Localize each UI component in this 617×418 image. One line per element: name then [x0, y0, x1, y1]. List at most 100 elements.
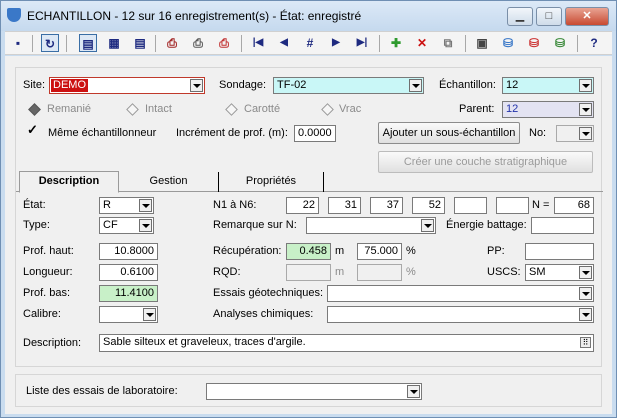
n-input[interactable]: 68 [554, 197, 594, 214]
list-view-icon[interactable]: ▤ [131, 34, 149, 52]
type-remanie-radio[interactable] [28, 103, 41, 116]
pp-label: PP: [487, 245, 505, 257]
rqd-pct-input[interactable] [357, 264, 402, 281]
type-select[interactable]: CF [99, 217, 154, 234]
toolbar-separator [32, 35, 33, 52]
chevron-down-icon[interactable] [409, 79, 422, 92]
previous-record-icon[interactable]: ◀ [275, 34, 293, 52]
database-tools-icon[interactable]: ⛁ [551, 34, 569, 52]
minimize-button[interactable]: ▁ [507, 7, 533, 26]
first-record-icon[interactable]: |◀ [249, 34, 267, 52]
print-delete-icon[interactable]: ⎙ [215, 34, 233, 52]
n-label: N = [532, 199, 550, 211]
calibre-select[interactable] [99, 306, 158, 323]
close-button[interactable]: ✕ [565, 7, 609, 26]
energie-input[interactable] [531, 217, 594, 234]
rqd-pct-unit: % [406, 266, 416, 278]
toolbar: ▪ ↻ ▤ ▦ ▤ ⎙ ⎙ ⎙ |◀ ◀ # ▶ ▶| ✚ ✕ ⧉ ▣ ⛁ ⛁ … [5, 31, 612, 55]
copy-record-icon[interactable]: ⧉ [439, 34, 457, 52]
sondage-select[interactable]: TF-02 [273, 77, 424, 94]
tab-proprietes[interactable]: Propriétés [219, 172, 324, 192]
longueur-input[interactable]: 0.6100 [99, 264, 158, 281]
sample-panel: Site: DEMO Sondage: TF-02 Échantillon: 1… [15, 67, 603, 367]
type-vrac-radio[interactable] [321, 103, 334, 116]
essais-select[interactable] [327, 285, 594, 302]
chevron-down-icon[interactable] [139, 219, 152, 232]
energie-label: Énergie battage: [446, 219, 527, 231]
refresh-icon[interactable]: ↻ [41, 34, 59, 52]
etat-value: R [103, 199, 111, 211]
parent-label: Parent: [459, 103, 495, 115]
chevron-down-icon[interactable] [579, 79, 592, 92]
no-select[interactable] [556, 125, 594, 142]
type-vrac-label: Vrac [339, 103, 362, 115]
echantillon-select[interactable]: 12 [502, 77, 594, 94]
n4-input[interactable]: 52 [412, 197, 445, 214]
toolbar-separator [155, 35, 156, 52]
chevron-down-icon[interactable] [421, 219, 434, 232]
database-icon[interactable]: ⛁ [499, 34, 517, 52]
etat-select[interactable]: R [99, 197, 154, 214]
chevron-down-icon[interactable] [579, 308, 592, 321]
sondage-value: TF-02 [277, 79, 307, 91]
n1-input[interactable]: 22 [286, 197, 319, 214]
grid-view-icon[interactable]: ▦ [105, 34, 123, 52]
uscs-select[interactable]: SM [525, 264, 594, 281]
rqd-input[interactable] [286, 264, 331, 281]
liste-essais-select[interactable] [206, 383, 422, 400]
save-icon[interactable]: ▪ [9, 34, 27, 52]
description-input[interactable]: Sable silteux et graveleux, traces d'arg… [99, 334, 594, 352]
n2-input[interactable]: 31 [328, 197, 361, 214]
prof-bas-input[interactable]: 11.4100 [99, 285, 158, 302]
form-view-icon[interactable]: ▤ [79, 34, 97, 52]
meme-echantillonneur-label: Même échantillonneur [48, 127, 157, 139]
add-subsample-button[interactable]: Ajouter un sous-échantillon [378, 122, 520, 144]
type-carotte-radio[interactable] [225, 103, 238, 116]
toolbar-separator [577, 35, 578, 52]
parent-select[interactable]: 12 [502, 101, 594, 118]
increment-input[interactable]: 0.0000 [294, 125, 336, 142]
n5-input[interactable] [454, 197, 487, 214]
chevron-down-icon[interactable] [579, 266, 592, 279]
pp-input[interactable] [525, 243, 594, 260]
folder-icon[interactable]: ▣ [473, 34, 491, 52]
help-icon[interactable]: ? [585, 34, 603, 52]
prof-haut-input[interactable]: 10.8000 [99, 243, 158, 260]
print-icon[interactable]: ⎙ [163, 34, 181, 52]
description-label: Description: [23, 337, 82, 349]
chevron-down-icon[interactable] [407, 385, 420, 398]
etat-label: État: [23, 199, 46, 211]
create-layer-button[interactable]: Créer une couche stratigraphique [378, 151, 593, 173]
site-select[interactable]: DEMO [49, 77, 205, 94]
chevron-down-icon[interactable] [143, 308, 156, 321]
chevron-down-icon[interactable] [139, 199, 152, 212]
tab-description[interactable]: Description [19, 171, 119, 193]
title-bar[interactable]: ECHANTILLON - 12 sur 16 enregistrement(s… [1, 1, 616, 31]
n3-input[interactable]: 37 [370, 197, 403, 214]
recuperation-input[interactable]: 0.458 [286, 243, 331, 260]
rqd-label: RQD: [213, 266, 241, 278]
n6-input[interactable] [496, 197, 529, 214]
recuperation-pct-input[interactable]: 75.000 [357, 243, 402, 260]
delete-record-icon[interactable]: ✕ [413, 34, 431, 52]
chevron-down-icon[interactable] [579, 127, 592, 140]
next-record-icon[interactable]: ▶ [327, 34, 345, 52]
chevron-down-icon[interactable] [579, 103, 592, 116]
chevron-down-icon[interactable] [579, 287, 592, 300]
type-intact-radio[interactable] [126, 103, 139, 116]
chevron-down-icon[interactable] [190, 79, 203, 92]
analyses-select[interactable] [327, 306, 594, 323]
add-record-icon[interactable]: ✚ [387, 34, 405, 52]
tab-gestion[interactable]: Gestion [119, 172, 219, 192]
database-add-icon[interactable]: ⛁ [525, 34, 543, 52]
goto-record-icon[interactable]: # [301, 34, 319, 52]
expand-text-icon[interactable]: ⠿ [580, 337, 591, 348]
maximize-button[interactable]: □ [536, 7, 562, 26]
remarque-label: Remarque sur N: [213, 219, 297, 231]
window-title: ECHANTILLON - 12 sur 16 enregistrement(s… [27, 9, 362, 23]
remarque-select[interactable] [306, 217, 436, 234]
meme-echantillonneur-checkbox[interactable]: ✓ [27, 123, 39, 136]
last-record-icon[interactable]: ▶| [353, 34, 371, 52]
print-all-icon[interactable]: ⎙ [189, 34, 207, 52]
liste-essais-label: Liste des essais de laboratoire: [26, 385, 178, 397]
